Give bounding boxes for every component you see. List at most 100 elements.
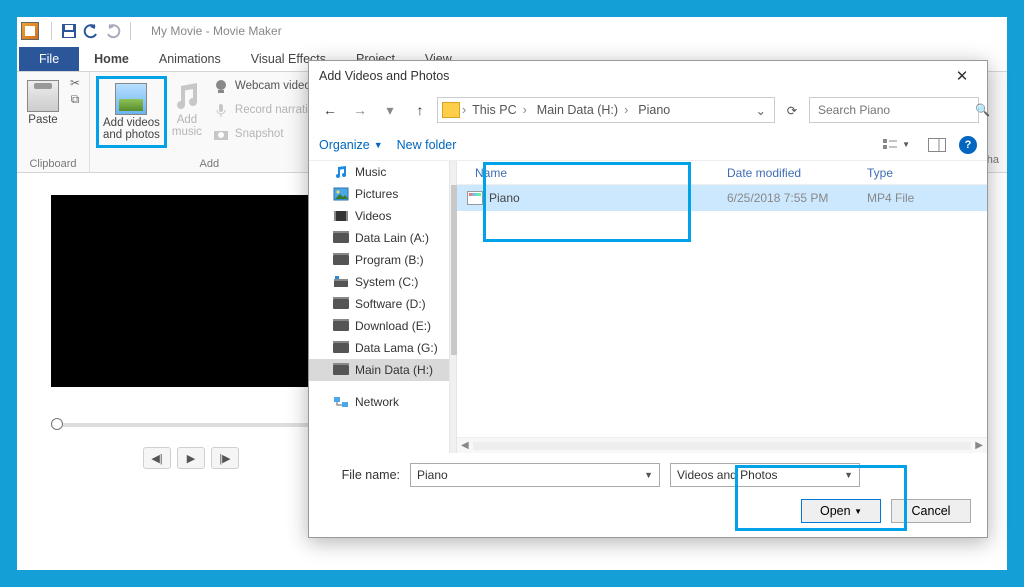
next-frame-button[interactable]: |▶ — [211, 447, 239, 469]
open-button[interactable]: Open ▼ — [801, 499, 881, 523]
dialog-toolbar: Organize▼ New folder ▼ ? — [309, 129, 987, 161]
cancel-button[interactable]: Cancel — [891, 499, 971, 523]
file-date: 6/25/2018 7:55 PM — [717, 191, 857, 205]
tab-animations[interactable]: Animations — [144, 47, 236, 71]
search-icon[interactable]: 🔍 — [975, 103, 990, 117]
path-this-pc[interactable]: This PC — [468, 103, 531, 117]
file-row-piano[interactable]: Piano 6/25/2018 7:55 PM MP4 File — [457, 185, 987, 211]
close-icon[interactable]: ✕ — [947, 67, 977, 85]
refresh-icon[interactable]: ⟳ — [779, 97, 805, 123]
group-add: Add videos and photos Add music Webcam v… — [90, 72, 330, 172]
search-input[interactable] — [816, 102, 975, 118]
tree-item-download-e-[interactable]: Download (E:) — [309, 315, 449, 337]
group-clipboard: Paste ✂ ⧉ Clipboard — [17, 72, 90, 172]
disk-icon — [333, 363, 349, 377]
back-icon[interactable]: ← — [317, 97, 343, 123]
help-icon[interactable]: ? — [959, 136, 977, 154]
save-icon[interactable] — [58, 20, 80, 42]
play-button[interactable]: ▶ — [177, 447, 205, 469]
record-narration-button[interactable]: Record narration — [211, 100, 323, 120]
sysdisk-icon — [333, 275, 349, 289]
dialog-nav: ← → ▾ ↑ › This PC Main Data (H:) Piano ⌄… — [309, 91, 987, 129]
videos-icon — [333, 209, 349, 223]
dialog-titlebar: Add Videos and Photos ✕ — [309, 61, 987, 91]
window-title: My Movie - Movie Maker — [151, 24, 282, 38]
forward-icon[interactable]: → — [347, 97, 373, 123]
timeline-slider[interactable] — [51, 423, 331, 427]
tree-item-videos[interactable]: Videos — [309, 205, 449, 227]
transport-controls: ◀| ▶ |▶ — [51, 447, 331, 469]
snapshot-button[interactable]: Snapshot — [211, 124, 323, 144]
video-file-icon — [467, 191, 483, 205]
add-videos-photos-button[interactable]: Add videos and photos — [96, 76, 167, 148]
tab-file[interactable]: File — [19, 47, 79, 71]
nav-tree: MusicPicturesVideosData Lain (A:)Program… — [309, 161, 449, 453]
tab-home[interactable]: Home — [79, 47, 144, 71]
new-folder-button[interactable]: New folder — [397, 138, 457, 152]
disk-icon — [333, 297, 349, 311]
tree-item-software-d-[interactable]: Software (D:) — [309, 293, 449, 315]
add-music-button[interactable]: Add music — [167, 76, 207, 142]
paste-button[interactable]: Paste — [23, 76, 63, 130]
file-name: Piano — [489, 191, 520, 205]
mic-icon — [213, 102, 229, 118]
organize-button[interactable]: Organize▼ — [319, 138, 383, 152]
app-icon — [21, 22, 39, 40]
cut-icon[interactable]: ✂ — [67, 76, 83, 90]
file-type: MP4 File — [857, 191, 987, 205]
webcam-icon — [213, 78, 229, 94]
disk-icon — [333, 253, 349, 267]
recent-locations-icon[interactable]: ▾ — [377, 97, 403, 123]
tree-item-music[interactable]: Music — [309, 161, 449, 183]
ribbon-overflow-text: ha — [987, 154, 999, 166]
folder-icon — [442, 102, 460, 118]
paste-label: Paste — [28, 114, 57, 126]
add-videos-photos-dialog: Add Videos and Photos ✕ ← → ▾ ↑ › This P… — [308, 60, 988, 538]
preview-area: ◀| ▶ |▶ — [51, 195, 331, 459]
horizontal-scrollbar[interactable]: ◀▶ — [457, 437, 987, 453]
undo-icon[interactable] — [80, 20, 102, 42]
filename-input[interactable]: Piano▼ — [410, 463, 660, 487]
group-label-add: Add — [96, 158, 323, 170]
file-filter-dropdown[interactable]: Videos and Photos▼ — [670, 463, 860, 487]
tree-item-data-lama-g-[interactable]: Data Lama (G:) — [309, 337, 449, 359]
path-dropdown-icon[interactable]: ⌄ — [752, 103, 770, 118]
music-icon — [333, 165, 349, 179]
prev-frame-button[interactable]: ◀| — [143, 447, 171, 469]
file-list: Name Date modified Type Piano 6/25/2018 … — [457, 161, 987, 453]
path-main-data[interactable]: Main Data (H:) — [533, 103, 632, 117]
col-date[interactable]: Date modified — [717, 166, 857, 180]
preview-pane-button[interactable] — [923, 135, 951, 155]
filename-label: File name: — [325, 468, 400, 482]
pictures-icon — [333, 187, 349, 201]
tree-item-program-b-[interactable]: Program (B:) — [309, 249, 449, 271]
tree-item-main-data-h-[interactable]: Main Data (H:) — [309, 359, 449, 381]
video-preview — [51, 195, 331, 387]
tree-item-system-c-[interactable]: System (C:) — [309, 271, 449, 293]
pictures-icon — [115, 83, 147, 115]
view-mode-button[interactable]: ▼ — [877, 135, 915, 155]
tree-scrollbar[interactable] — [449, 161, 457, 453]
up-icon[interactable]: ↑ — [407, 97, 433, 123]
redo-icon[interactable] — [102, 20, 124, 42]
titlebar: My Movie - Movie Maker — [17, 17, 1007, 45]
search-box[interactable]: 🔍 — [809, 97, 979, 123]
col-name[interactable]: Name — [457, 166, 717, 180]
webcam-button[interactable]: Webcam video — [211, 76, 323, 96]
dialog-title: Add Videos and Photos — [319, 69, 449, 83]
add-music-label: Add music — [172, 114, 202, 138]
tree-item-network[interactable]: Network — [309, 391, 449, 413]
dialog-body: MusicPicturesVideosData Lain (A:)Program… — [309, 161, 987, 453]
dialog-bottom: File name: Piano▼ Videos and Photos▼ Ope… — [309, 453, 987, 537]
music-icon — [171, 80, 203, 112]
address-bar[interactable]: › This PC Main Data (H:) Piano ⌄ — [437, 97, 775, 123]
col-type[interactable]: Type — [857, 166, 987, 180]
copy-icon[interactable]: ⧉ — [67, 92, 83, 106]
clipboard-icon — [27, 80, 59, 112]
tree-item-data-lain-a-[interactable]: Data Lain (A:) — [309, 227, 449, 249]
disk-icon — [333, 341, 349, 355]
camera-icon — [213, 126, 229, 142]
path-piano[interactable]: Piano — [634, 103, 680, 117]
slider-thumb[interactable] — [51, 418, 63, 430]
tree-item-pictures[interactable]: Pictures — [309, 183, 449, 205]
